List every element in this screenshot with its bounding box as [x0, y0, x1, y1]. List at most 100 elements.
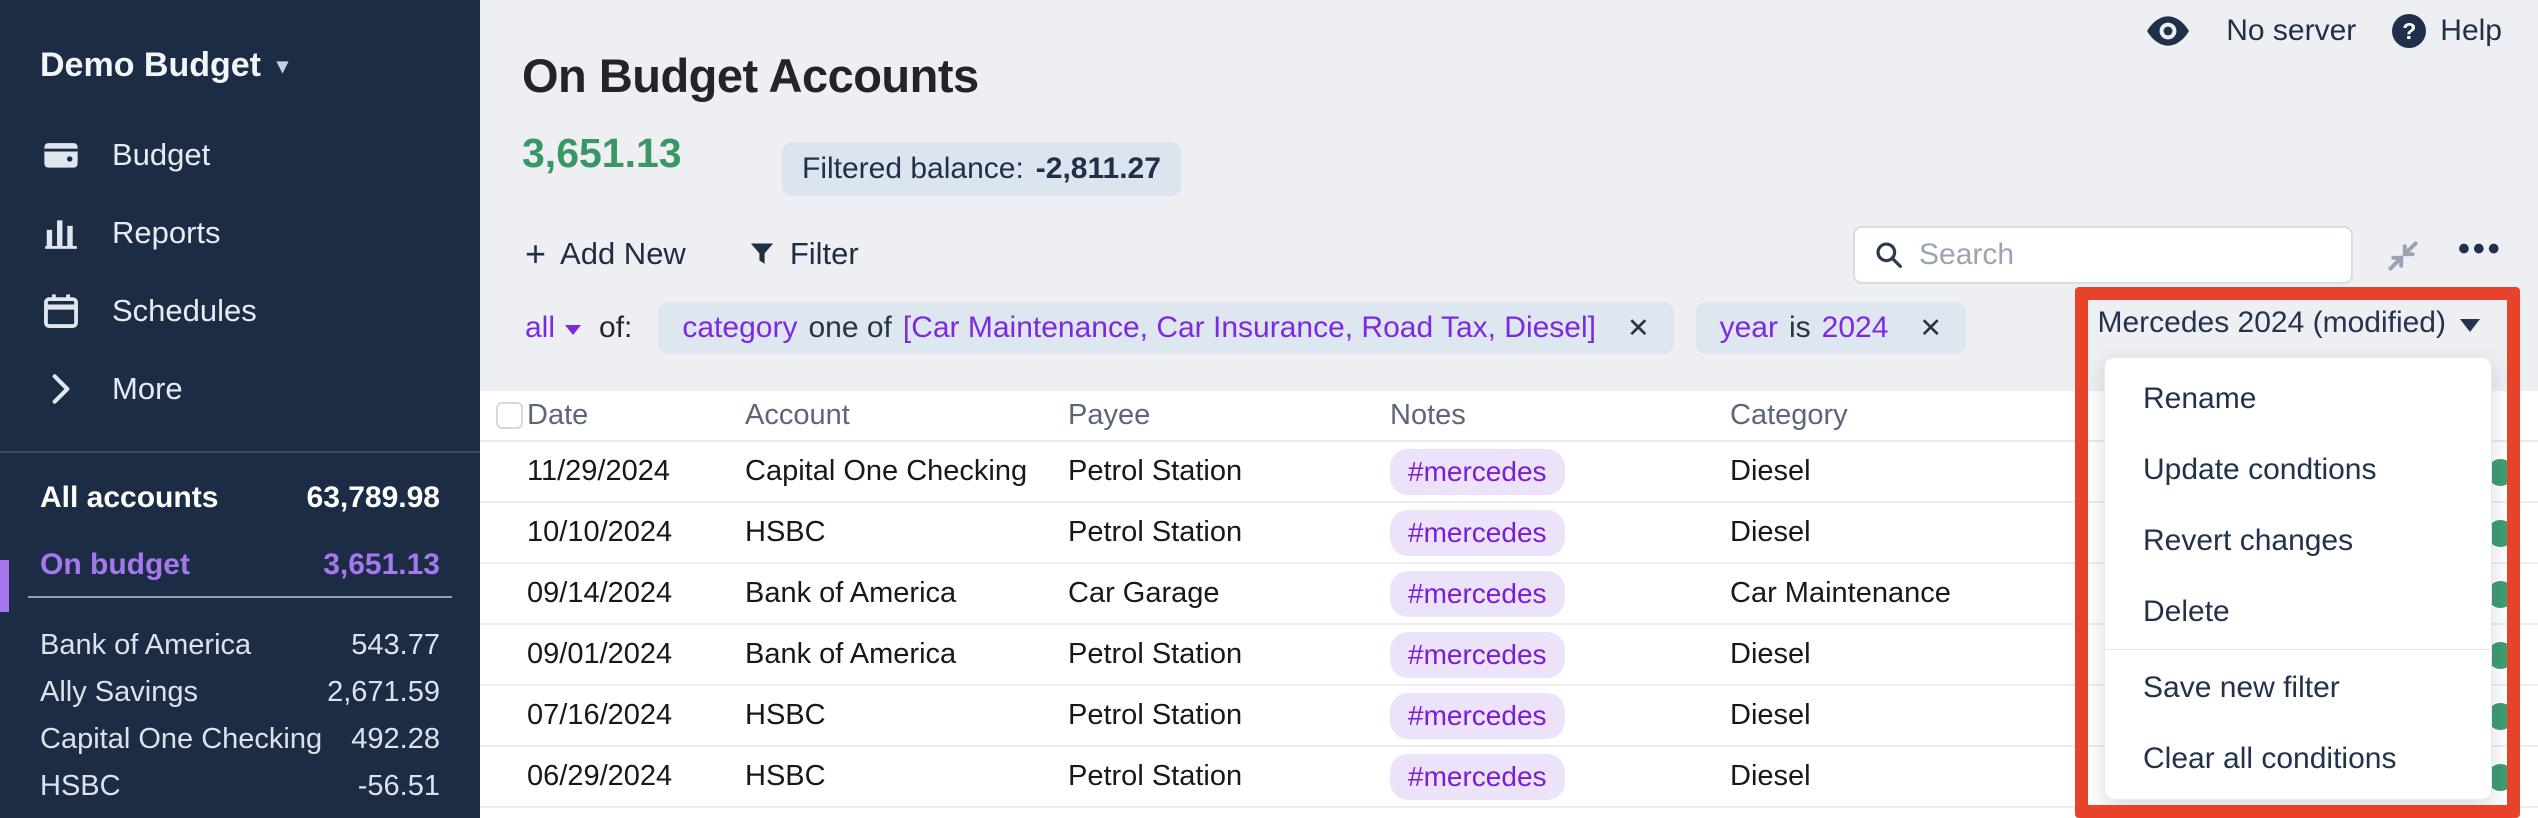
collapse-splits-icon[interactable] — [2385, 238, 2421, 274]
help-button[interactable]: ? Help — [2392, 14, 2502, 48]
menu-item-rename[interactable]: Rename — [2105, 363, 2491, 434]
chevron-right-icon — [42, 370, 80, 408]
filtered-balance-label: Filtered balance: — [802, 152, 1024, 186]
menu-item-update-condtions[interactable]: Update condtions — [2105, 434, 2491, 505]
cell-date: 09/01/2024 — [527, 638, 745, 671]
sidebar-item-more[interactable]: More — [0, 350, 480, 428]
cell-payee: Petrol Station — [1068, 760, 1390, 793]
condition-field: year — [1720, 311, 1778, 345]
condition-pills: categoryone of[Car Maintenance, Car Insu… — [658, 302, 1966, 354]
sidebar: Demo Budget ▾ Budget Reports Schedules More… — [0, 0, 480, 818]
question-mark-icon: ? — [2392, 14, 2426, 48]
filtered-balance-badge: Filtered balance: -2,811.27 — [782, 142, 1181, 196]
condition-operator: is — [1789, 311, 1811, 345]
column-header-notes[interactable]: Notes — [1390, 399, 1730, 432]
note-tag: #mercedes — [1390, 693, 1565, 739]
sidebar-item-label: More — [112, 371, 183, 407]
bar-chart-icon — [42, 214, 80, 252]
cell-account: Bank of America — [745, 577, 1068, 610]
eye-icon — [2146, 15, 2190, 47]
column-header-date[interactable]: Date — [527, 399, 745, 432]
sidebar-account-item[interactable]: Bank of America 543.77 — [0, 622, 480, 669]
search-input[interactable] — [1919, 238, 2319, 272]
filter-condition-pill[interactable]: yearis 2024 ✕ — [1696, 302, 1966, 354]
toolbar: + Add New Filter — [525, 236, 859, 272]
menu-item-save-new-filter[interactable]: Save new filter — [2105, 652, 2491, 723]
add-new-button[interactable]: + Add New — [525, 236, 686, 272]
cell-account: HSBC — [745, 760, 1068, 793]
note-tag: #mercedes — [1390, 510, 1565, 556]
sidebar-summary-on-budget[interactable]: On budget 3,651.13 — [28, 534, 452, 598]
server-status[interactable]: No server — [2226, 14, 2356, 48]
account-balance: 492.28 — [351, 723, 440, 756]
cell-date: 06/29/2024 — [527, 760, 745, 793]
cell-notes: #mercedes — [1390, 571, 1730, 617]
summary-value: 3,651.13 — [323, 548, 440, 582]
remove-condition-icon[interactable]: ✕ — [1919, 313, 1942, 344]
cell-notes: #mercedes — [1390, 510, 1730, 556]
cell-payee: Petrol Station — [1068, 638, 1390, 671]
cell-date: 09/14/2024 — [527, 577, 745, 610]
cell-notes: #mercedes — [1390, 449, 1730, 495]
account-balance: -56.51 — [358, 770, 440, 803]
remove-condition-icon[interactable]: ✕ — [1627, 313, 1650, 344]
bar-chart-icon — [40, 212, 82, 254]
note-tag: #mercedes — [1390, 754, 1565, 800]
account-label: HSBC — [40, 770, 121, 803]
topbar: No server ? Help — [2146, 14, 2502, 48]
main-content: No server ? Help On Budget Accounts 3,65… — [480, 0, 2538, 818]
filter-condition-pill[interactable]: categoryone of[Car Maintenance, Car Insu… — [658, 302, 1673, 354]
accounts-summary: All accounts63,789.98 On budget 3,651.13 — [0, 470, 480, 598]
account-label: Bank of America — [40, 629, 251, 662]
sidebar-summary-all-accounts[interactable]: All accounts63,789.98 — [0, 470, 480, 526]
page-title: On Budget Accounts — [522, 48, 979, 103]
cell-date: 10/10/2024 — [527, 516, 745, 549]
cell-payee: Car Garage — [1068, 577, 1390, 610]
plus-icon: + — [525, 236, 546, 272]
sidebar-account-item[interactable]: Ally Savings2,671.59 — [0, 669, 480, 716]
sidebar-item-reports[interactable]: Reports — [0, 194, 480, 272]
account-balance: 2,671.59 — [327, 676, 440, 709]
sidebar-account-item[interactable]: Capital One Checking 492.28 — [0, 716, 480, 763]
cell-account: HSBC — [745, 699, 1068, 732]
summary-label: On budget — [40, 548, 190, 582]
account-balance: 543.77 — [351, 629, 440, 662]
funnel-icon — [748, 240, 776, 268]
menu-item-clear-all-conditions[interactable]: Clear all conditions — [2105, 723, 2491, 794]
saved-filter-menu: RenameUpdate condtionsRevert changesDele… — [2104, 357, 2492, 800]
wallet-icon — [42, 136, 80, 174]
cell-notes: #mercedes — [1390, 693, 1730, 739]
menu-item-revert-changes[interactable]: Revert changes — [2105, 505, 2491, 576]
sidebar-divider — [0, 451, 480, 453]
budget-file-switcher[interactable]: Demo Budget ▾ — [40, 46, 288, 85]
saved-filter-dropdown-button[interactable]: Mercedes 2024 (modified) — [2097, 306, 2480, 340]
privacy-toggle-button[interactable] — [2146, 15, 2190, 47]
chevron-right-icon — [40, 368, 82, 410]
condition-operator: one of — [808, 311, 891, 345]
select-all-checkbox[interactable] — [496, 402, 523, 429]
sidebar-item-label: Reports — [112, 215, 221, 251]
cell-payee: Petrol Station — [1068, 699, 1390, 732]
saved-filter-name: Mercedes 2024 (modified) — [2097, 306, 2446, 340]
cell-payee: Petrol Station — [1068, 455, 1390, 488]
menu-separator — [2105, 649, 2491, 650]
column-header-account[interactable]: Account — [745, 399, 1068, 432]
sidebar-item-schedules[interactable]: Schedules — [0, 272, 480, 350]
column-header-payee[interactable]: Payee — [1068, 399, 1390, 432]
cell-account: Bank of America — [745, 638, 1068, 671]
condition-value: 2024 — [1822, 311, 1889, 345]
account-label: Capital One Checking — [40, 723, 322, 756]
search-icon — [1873, 239, 1905, 271]
calendar-icon — [40, 290, 82, 332]
menu-item-delete[interactable]: Delete — [2105, 576, 2491, 647]
caret-down-icon — [2460, 319, 2480, 332]
sidebar-item-budget[interactable]: Budget — [0, 116, 480, 194]
more-options-icon[interactable]: ••• — [2458, 230, 2503, 269]
match-mode-select[interactable]: all — [525, 311, 581, 345]
condition-value: [Car Maintenance, Car Insurance, Road Ta… — [903, 311, 1596, 345]
of-label: of: — [599, 311, 632, 345]
cell-date: 07/16/2024 — [527, 699, 745, 732]
sidebar-account-item[interactable]: HSBC -56.51 — [0, 763, 480, 810]
filter-button[interactable]: Filter — [748, 236, 859, 272]
match-mode-value: all — [525, 311, 555, 345]
